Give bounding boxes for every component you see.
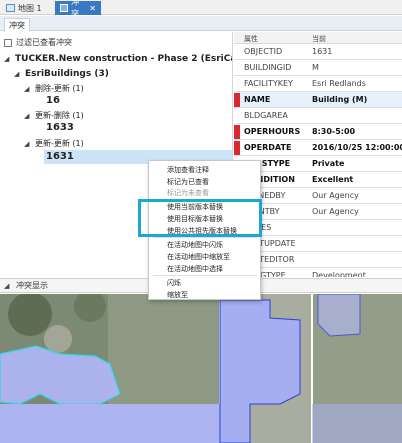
collapse-arrow-icon[interactable]: ◢: [4, 282, 12, 290]
tree-feature-1633[interactable]: 1633: [46, 122, 74, 133]
grid-row-bldgarea[interactable]: BLDGAREA: [234, 108, 402, 124]
filter-reviewed-checkbox[interactable]: [4, 38, 12, 47]
grid-row-operdate[interactable]: OPERDATE 2016/10/25 12:00:00: [234, 140, 402, 156]
grid-header: 属性 当前: [234, 32, 402, 44]
conflict-marker: [234, 141, 240, 155]
aerial-imagery: [0, 294, 402, 443]
tab-conflicts[interactable]: 冲突 ✕: [55, 0, 101, 18]
conflict-display-title: 冲突显示: [16, 281, 48, 290]
grid-field-value: Our Agency: [312, 207, 359, 216]
close-icon[interactable]: ✕: [89, 4, 96, 13]
tree-feature-oid: 1633: [46, 122, 74, 133]
tree-feature-oid: 16: [46, 95, 60, 106]
menu-item-2[interactable]: 标记为未查看: [167, 188, 209, 198]
menu-item-6[interactable]: 在活动地图中闪烁: [167, 240, 223, 250]
conflict-marker: [234, 125, 240, 139]
tree-layer[interactable]: ◢ EsriBuildings (3): [14, 69, 109, 79]
grid-field-name: BLDGAREA: [244, 111, 288, 120]
grid-field-name: BUILDINGID: [244, 63, 292, 72]
grid-field-name: OPERDATE: [244, 143, 292, 152]
conflict-marker: [234, 93, 240, 107]
grid-field-name: FACILITYKEY: [244, 79, 293, 88]
conflict-display-maps[interactable]: [0, 294, 402, 443]
expand-arrow-icon[interactable]: ◢: [24, 85, 32, 93]
expand-arrow-icon[interactable]: ◢: [4, 55, 12, 63]
conflicts-subtab-bar: 冲突: [0, 16, 402, 33]
menu-item-7[interactable]: 在活动地图中缩放至: [167, 252, 230, 262]
grid-field-value: 8:30-5:00: [312, 127, 356, 136]
menu-item-8[interactable]: 在活动地图中选择: [167, 264, 223, 274]
tree-group-update-delete[interactable]: ◢ 更新-删除 (1): [24, 110, 84, 121]
grid-field-value: Building (M): [312, 95, 368, 104]
tree-feature-1631[interactable]: 1631: [46, 151, 74, 162]
tree-root-label: TUCKER.New construction - Phase 2 (EsriC…: [15, 54, 232, 64]
grid-row-name[interactable]: NAME Building (M): [234, 92, 402, 108]
grid-field-name: NAME: [244, 95, 271, 104]
tree-feature-16[interactable]: 16: [46, 95, 60, 106]
grid-row-objectid[interactable]: OBJECTID 1631: [234, 44, 402, 60]
expand-arrow-icon[interactable]: ◢: [24, 112, 32, 120]
grid-field-value: Excellent: [312, 175, 354, 184]
grid-header-attribute: 属性: [244, 35, 258, 43]
grid-field-value: Private: [312, 159, 345, 168]
filter-reviewed-label: 过滤已查看冲突: [16, 38, 72, 47]
tree-root[interactable]: ◢ TUCKER.New construction - Phase 2 (Esr…: [4, 54, 232, 64]
filter-reviewed-row[interactable]: 过滤已查看冲突: [4, 37, 72, 48]
grid-field-value: Development: [312, 271, 366, 277]
grid-row-buildingid[interactable]: BUILDINGID M: [234, 60, 402, 76]
grid-field-name: OPERHOURS: [244, 127, 301, 136]
expand-arrow-icon[interactable]: ◢: [24, 140, 32, 148]
tree-group-label: 更新-更新 (1): [35, 139, 84, 148]
grid-field-value: 1631: [312, 47, 333, 56]
menu-item-1[interactable]: 标记为已查看: [167, 177, 209, 187]
grid-row-facilitykey[interactable]: FACILITYKEY Esri Redlands: [234, 76, 402, 92]
tree-group-delete-update[interactable]: ◢ 删除-更新 (1): [24, 83, 84, 94]
grid-row-operhours[interactable]: OPERHOURS 8:30-5:00: [234, 124, 402, 140]
tree-group-label: 删除-更新 (1): [35, 84, 84, 93]
menu-item-0[interactable]: 添加查看注释: [167, 165, 209, 175]
tree-group-label: 更新-删除 (1): [35, 111, 84, 120]
menu-separator: [153, 275, 257, 276]
expand-arrow-icon[interactable]: ◢: [14, 70, 22, 78]
grid-field-value: M: [312, 63, 319, 72]
replace-options-highlight: [138, 199, 262, 237]
grid-field-value: 2016/10/25 12:00:00: [312, 143, 402, 152]
map-icon: [6, 4, 15, 12]
tree-layer-label: EsriBuildings (3): [25, 69, 109, 79]
tab-conflicts-list[interactable]: 冲突: [4, 18, 30, 33]
menu-item-9[interactable]: 闪烁: [167, 278, 181, 288]
conflict-view-icon: [60, 4, 69, 12]
tree-feature-oid: 1631: [46, 151, 74, 162]
grid-field-value: Our Agency: [312, 191, 359, 200]
grid-field-value: Esri Redlands: [312, 79, 366, 88]
document-tab-strip: 地图 1 冲突 ✕: [0, 0, 402, 18]
tab-map-label: 地图 1: [18, 3, 42, 13]
menu-item-10[interactable]: 缩放至: [167, 290, 188, 300]
menu-separator: [153, 237, 257, 238]
tab-map-1[interactable]: 地图 1: [1, 1, 52, 15]
grid-field-name: OBJECTID: [244, 47, 283, 56]
grid-header-current: 当前: [312, 35, 326, 43]
tree-group-update-update[interactable]: ◢ 更新-更新 (1): [24, 138, 84, 149]
